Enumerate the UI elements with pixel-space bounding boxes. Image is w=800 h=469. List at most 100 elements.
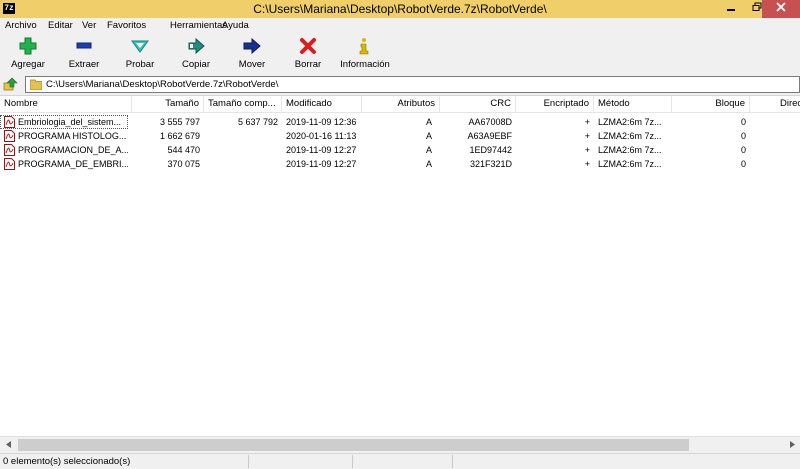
copy-arrow-icon bbox=[188, 37, 205, 55]
extract-button-label: Extraer bbox=[68, 59, 100, 70]
column-header-block[interactable]: Bloque bbox=[672, 96, 750, 113]
close-icon bbox=[776, 2, 786, 12]
menu-ver[interactable]: Ver bbox=[82, 18, 96, 33]
table-row[interactable]: PROGRAMACION_DE_A... 544 470 2019-11-09 … bbox=[0, 143, 800, 157]
file-size: 3 555 797 bbox=[159, 117, 200, 127]
table-row[interactable]: PROGRAMA HISTOLOG... 1 662 679 2020-01-1… bbox=[0, 129, 800, 143]
delete-button[interactable]: Borrar bbox=[280, 35, 336, 73]
file-attributes: A bbox=[425, 159, 432, 169]
status-divider bbox=[452, 455, 453, 468]
copy-button[interactable]: Copiar bbox=[168, 35, 224, 73]
file-encrypted: + bbox=[584, 117, 590, 127]
file-size: 1 662 679 bbox=[159, 131, 200, 141]
pdf-icon bbox=[4, 144, 15, 156]
file-list[interactable]: Nombre Tamaño Tamaño comp... Modificado … bbox=[0, 95, 800, 436]
file-name-cell: PROGRAMA_DE_EMBRI... bbox=[0, 157, 128, 171]
folder-up-icon bbox=[3, 77, 18, 91]
x-icon bbox=[300, 38, 316, 54]
file-block: 0 bbox=[740, 131, 746, 141]
file-name-cell: PROGRAMA HISTOLOG... bbox=[0, 129, 128, 143]
file-modified: 2019-11-09 12:36 bbox=[286, 117, 357, 127]
menu-bar: Archivo Editar Ver Favoritos Herramienta… bbox=[0, 18, 800, 33]
column-header-method[interactable]: Método bbox=[594, 96, 672, 113]
minimize-button[interactable] bbox=[718, 0, 744, 18]
file-packed-size bbox=[204, 157, 282, 171]
file-name: PROGRAMA HISTOLOG... bbox=[18, 131, 127, 141]
file-size: 544 470 bbox=[167, 145, 200, 155]
menu-herramientas[interactable]: Herramientas bbox=[170, 18, 227, 33]
title-bar: 7z C:\Users\Mariana\Desktop\RobotVerde.7… bbox=[0, 0, 800, 18]
file-method: LZMA2:6m 7z... bbox=[598, 117, 662, 127]
file-name-cell: PROGRAMACION_DE_A... bbox=[0, 143, 128, 157]
chevron-down-icon bbox=[131, 40, 149, 53]
status-divider bbox=[352, 455, 353, 468]
pdf-icon bbox=[4, 116, 15, 128]
move-button[interactable]: Mover bbox=[224, 35, 280, 73]
add-button[interactable]: Agregar bbox=[0, 35, 56, 73]
selection-status: 0 elemento(s) seleccionado(s) bbox=[3, 456, 131, 467]
test-button[interactable]: Probar bbox=[112, 35, 168, 73]
toolbar: Agregar Extraer Probar Copiar Mover Borr… bbox=[0, 33, 800, 75]
menu-archivo[interactable]: Archivo bbox=[5, 18, 37, 33]
table-row[interactable]: Embriologia_del_sistem... 3 555 797 5 63… bbox=[0, 115, 800, 129]
file-name: PROGRAMA_DE_EMBRI... bbox=[18, 159, 128, 169]
menu-editar[interactable]: Editar bbox=[48, 18, 73, 33]
address-path: C:\Users\Mariana\Desktop\RobotVerde.7z\R… bbox=[46, 79, 279, 90]
file-attributes: A bbox=[425, 117, 432, 127]
table-row[interactable]: PROGRAMA_DE_EMBRI... 370 075 2019-11-09 … bbox=[0, 157, 800, 171]
file-name: PROGRAMACION_DE_A... bbox=[18, 145, 128, 155]
status-bar: 0 elemento(s) seleccionado(s) bbox=[0, 453, 800, 469]
file-crc: 1ED97442 bbox=[469, 145, 512, 155]
address-field[interactable]: C:\Users\Mariana\Desktop\RobotVerde.7z\R… bbox=[25, 76, 800, 93]
column-header-packed[interactable]: Tamaño comp... bbox=[204, 96, 282, 113]
file-modified: 2019-11-09 12:27 bbox=[286, 145, 357, 155]
scroll-thumb[interactable] bbox=[18, 439, 689, 451]
menu-ayuda[interactable]: Ayuda bbox=[222, 18, 249, 33]
menu-favoritos[interactable]: Favoritos bbox=[107, 18, 146, 33]
copy-button-label: Copiar bbox=[182, 59, 210, 70]
file-packed-size: 5 637 792 bbox=[237, 117, 278, 127]
file-crc: A63A9EBF bbox=[467, 131, 512, 141]
file-method: LZMA2:6m 7z... bbox=[598, 131, 662, 141]
file-packed-size bbox=[204, 129, 282, 143]
pdf-icon bbox=[4, 158, 15, 170]
column-header-name[interactable]: Nombre bbox=[0, 96, 132, 113]
test-button-label: Probar bbox=[125, 59, 155, 70]
horizontal-scrollbar[interactable] bbox=[0, 436, 800, 453]
file-modified: 2020-01-16 11:13 bbox=[286, 131, 357, 141]
file-method: LZMA2:6m 7z... bbox=[598, 145, 662, 155]
status-divider bbox=[248, 455, 249, 468]
column-header-crc[interactable]: CRC bbox=[440, 96, 516, 113]
minus-icon bbox=[76, 42, 92, 49]
scroll-left-button[interactable] bbox=[0, 437, 17, 454]
column-header-modified[interactable]: Modificado bbox=[282, 96, 362, 113]
file-packed-size bbox=[204, 143, 282, 157]
file-attributes: A bbox=[425, 145, 432, 155]
restore-icon bbox=[752, 2, 762, 11]
info-button[interactable]: Información bbox=[336, 35, 394, 73]
file-block: 0 bbox=[740, 117, 746, 127]
column-header-encrypted[interactable]: Encriptado bbox=[516, 96, 594, 113]
extract-button[interactable]: Extraer bbox=[56, 35, 112, 73]
close-button[interactable] bbox=[762, 0, 800, 18]
file-block: 0 bbox=[740, 159, 746, 169]
minimize-icon bbox=[727, 9, 735, 11]
scroll-right-button[interactable] bbox=[783, 437, 800, 454]
add-button-label: Agregar bbox=[11, 59, 45, 70]
folder-icon bbox=[30, 79, 42, 90]
column-header-size[interactable]: Tamaño bbox=[132, 96, 204, 113]
arrow-left-icon bbox=[5, 441, 11, 448]
file-size: 370 075 bbox=[167, 159, 200, 169]
delete-button-label: Borrar bbox=[294, 59, 322, 70]
address-bar: C:\Users\Mariana\Desktop\RobotVerde.7z\R… bbox=[0, 75, 800, 94]
column-header-directory[interactable]: Direc bbox=[750, 96, 800, 113]
file-encrypted: + bbox=[584, 159, 590, 169]
file-name-cell: Embriologia_del_sistem... bbox=[0, 115, 128, 129]
file-crc: AA67008D bbox=[468, 117, 512, 127]
column-header-attributes[interactable]: Atributos bbox=[362, 96, 440, 113]
plus-icon bbox=[19, 37, 37, 55]
file-crc: 321F321D bbox=[469, 159, 512, 169]
up-folder-button[interactable] bbox=[3, 77, 18, 92]
file-name: Embriologia_del_sistem... bbox=[18, 117, 122, 127]
file-encrypted: + bbox=[584, 145, 590, 155]
